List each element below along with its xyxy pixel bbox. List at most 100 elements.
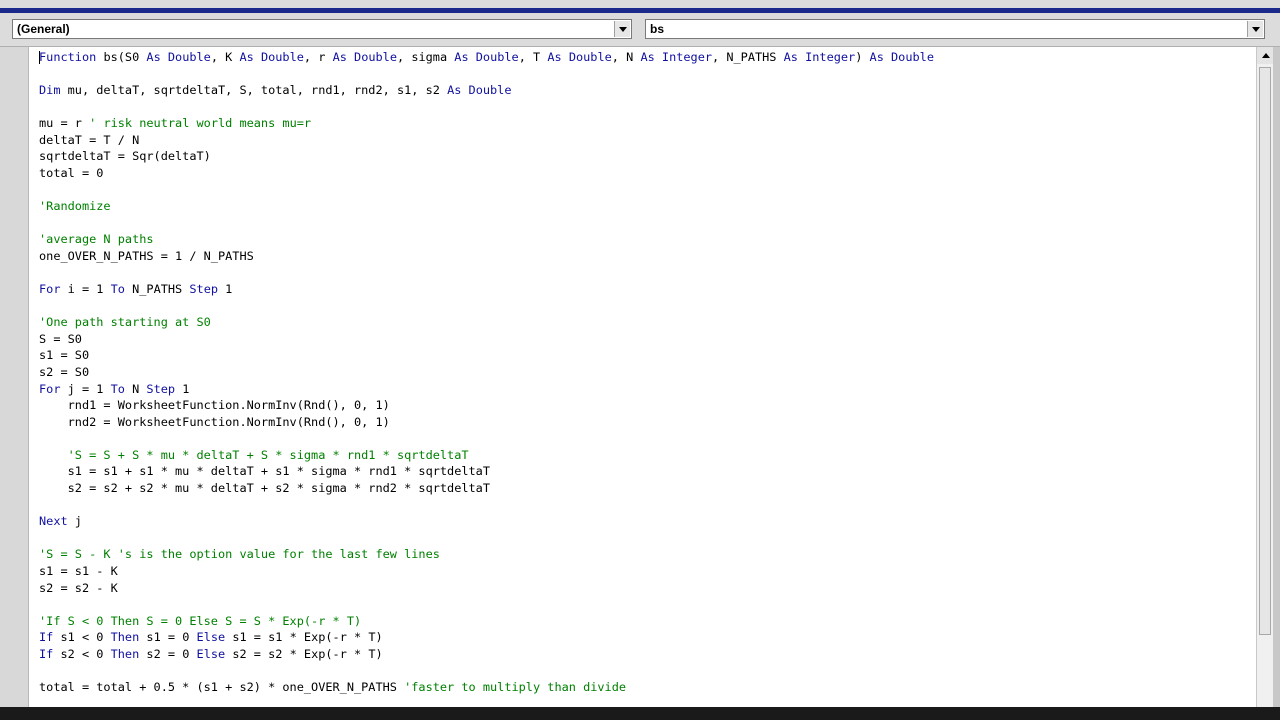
window-top-strip <box>0 0 1280 14</box>
code-line[interactable]: Dim mu, deltaT, sqrtdeltaT, S, total, rn… <box>39 82 934 99</box>
code-line[interactable]: ​ <box>39 99 934 116</box>
code-line[interactable]: ​ <box>39 265 934 282</box>
code-line[interactable]: ​ <box>39 596 934 613</box>
code-line[interactable]: ​ <box>39 430 934 447</box>
code-line[interactable]: s1 = S0 <box>39 347 934 364</box>
code-keyword: Dim <box>39 83 61 98</box>
code-token: deltaT = T / N <box>39 132 140 147</box>
code-line[interactable]: sqrtdeltaT = Sqr(deltaT) <box>39 148 934 165</box>
code-keyword: As Double <box>547 50 612 64</box>
procedure-combo-value: bs <box>650 22 665 36</box>
code-comment: 'One path starting at S0 <box>39 315 211 330</box>
code-token: , r <box>303 50 333 64</box>
code-keyword: As Double <box>332 50 397 64</box>
code-editor[interactable]: Function bs(S0 As Double, K As Double, r… <box>29 47 1256 707</box>
code-line[interactable]: ​ <box>39 530 934 547</box>
code-comment: 'Randomize <box>39 199 111 214</box>
code-line[interactable]: ​ <box>39 215 934 232</box>
code-token: j <box>67 514 82 529</box>
scroll-up-button[interactable] <box>1257 47 1274 64</box>
code-line[interactable]: s1 = s1 - K <box>39 563 934 580</box>
code-token: total = 0 <box>39 166 104 181</box>
scroll-up-arrow-icon <box>1261 53 1270 58</box>
code-keyword: If <box>39 630 54 645</box>
code-line[interactable]: For j = 1 To N Step 1 <box>39 381 934 398</box>
code-line[interactable]: 'One path starting at S0 <box>39 314 934 331</box>
code-comment: 'If S < 0 Then S = 0 Else S = S * Exp(-r… <box>39 613 362 628</box>
code-token: N <box>124 381 147 396</box>
code-keyword: As Integer <box>783 50 856 64</box>
code-token: , N_PATHS <box>712 50 784 64</box>
margin-indicator-bar[interactable] <box>0 47 29 707</box>
code-line[interactable]: ​ <box>39 298 934 315</box>
code-line[interactable]: rnd1 = WorksheetFunction.NormInv(Rnd(), … <box>39 397 934 414</box>
vertical-scrollbar[interactable] <box>1256 47 1274 707</box>
code-line[interactable]: 'Randomize <box>39 198 934 215</box>
code-line[interactable]: ​ <box>39 66 934 83</box>
code-line[interactable]: For i = 1 To N_PATHS Step 1 <box>39 281 934 298</box>
code-line[interactable]: mu = r ' risk neutral world means mu=r <box>39 115 934 132</box>
code-token: 1 <box>218 282 233 297</box>
code-token: bs(S0 <box>96 50 147 64</box>
code-keyword: For <box>39 282 61 297</box>
code-comment: 'average N paths <box>39 232 154 247</box>
code-line[interactable]: If s1 < 0 Then s1 = 0 Else s1 = s1 * Exp… <box>39 629 934 646</box>
code-keyword: Else <box>196 646 226 661</box>
code-keyword: Step <box>146 381 176 396</box>
code-line[interactable]: s1 = s1 + s1 * mu * deltaT + s1 * sigma … <box>39 463 934 480</box>
code-line[interactable]: 'S = S + S * mu * deltaT + S * sigma * r… <box>39 447 934 464</box>
code-line[interactable]: ​ <box>39 497 934 514</box>
chevron-down-icon <box>1251 26 1260 32</box>
code-token: s1 = s1 * Exp(-r * T) <box>225 630 383 645</box>
code-comment: ' risk neutral world means mu=r <box>89 116 312 131</box>
scrollbar-thumb[interactable] <box>1259 67 1271 635</box>
code-token: s2 = s2 + s2 * mu * deltaT + s2 * sigma … <box>39 481 491 496</box>
window-title-bar <box>0 8 1280 13</box>
code-keyword: As Integer <box>640 50 713 64</box>
code-token: rnd2 = WorksheetFunction.NormInv(Rnd(), … <box>39 414 390 429</box>
code-line[interactable]: deltaT = T / N <box>39 132 934 149</box>
code-token: s1 < 0 <box>53 630 111 645</box>
code-token: one_OVER_N_PATHS = 1 / N_PATHS <box>39 248 254 263</box>
code-keyword: Then <box>110 646 140 661</box>
code-line[interactable]: 'average N paths <box>39 231 934 248</box>
code-token: sqrtdeltaT = Sqr(deltaT) <box>39 149 211 164</box>
code-token: ) <box>855 50 870 64</box>
code-line[interactable]: ​ <box>39 182 934 199</box>
code-token: s2 = s2 * Exp(-r * T) <box>225 646 383 661</box>
code-keyword: Step <box>189 282 219 297</box>
code-line[interactable]: one_OVER_N_PATHS = 1 / N_PATHS <box>39 248 934 265</box>
screen-bottom-edge <box>0 707 1280 720</box>
code-line[interactable]: s2 = s2 + s2 * mu * deltaT + s2 * sigma … <box>39 480 934 497</box>
code-token: s2 = s2 - K <box>39 580 118 595</box>
code-line[interactable]: s2 = s2 - K <box>39 580 934 597</box>
chevron-down-icon <box>618 26 627 32</box>
code-line[interactable]: Next j <box>39 513 934 530</box>
code-text[interactable]: Function bs(S0 As Double, K As Double, r… <box>39 49 934 696</box>
code-line[interactable]: rnd2 = WorksheetFunction.NormInv(Rnd(), … <box>39 414 934 431</box>
code-line[interactable]: Function bs(S0 As Double, K As Double, r… <box>39 49 934 66</box>
code-line[interactable]: If s2 < 0 Then s2 = 0 Else s2 = s2 * Exp… <box>39 646 934 663</box>
code-line[interactable]: ​ <box>39 662 934 679</box>
code-token: total = total + 0.5 * (s1 + s2) * one_OV… <box>39 679 405 694</box>
code-token: s1 = 0 <box>139 630 197 645</box>
code-token: s2 = S0 <box>39 364 90 379</box>
code-token: i = 1 <box>60 282 111 297</box>
procedure-combo-dropdown-button[interactable] <box>1247 21 1263 37</box>
code-line[interactable]: s2 = S0 <box>39 364 934 381</box>
code-comment: 'faster to multiply than divide <box>404 679 627 694</box>
code-line[interactable]: total = total + 0.5 * (s1 + s2) * one_OV… <box>39 679 934 696</box>
procedure-combo-box[interactable]: bs <box>645 19 1265 39</box>
code-keyword: As Double <box>447 83 512 98</box>
code-keyword: As Double <box>454 50 519 64</box>
object-combo-dropdown-button[interactable] <box>614 21 630 37</box>
code-keyword: If <box>39 646 54 661</box>
code-token: mu = r <box>39 116 90 131</box>
code-line[interactable]: 'If S < 0 Then S = 0 Else S = S * Exp(-r… <box>39 613 934 630</box>
code-line[interactable]: S = S0 <box>39 331 934 348</box>
code-token: mu, deltaT, sqrtdeltaT, S, total, rnd1, … <box>60 83 448 98</box>
object-combo-box[interactable]: (General) <box>12 19 632 39</box>
code-token: , K <box>210 50 240 64</box>
code-line[interactable]: total = 0 <box>39 165 934 182</box>
code-line[interactable]: 'S = S - K 's is the option value for th… <box>39 546 934 563</box>
